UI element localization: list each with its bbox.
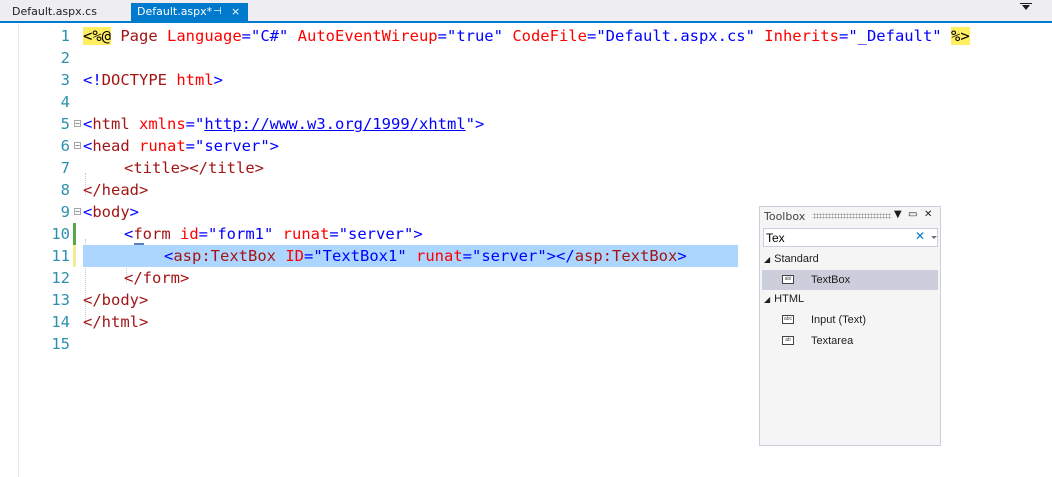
smart-tag-indicator[interactable] xyxy=(134,243,144,245)
line-number: 2 xyxy=(60,49,70,67)
code-text: <asp:TextBox ID="TextBox1" runat="server… xyxy=(164,247,687,265)
textarea-icon: ab xyxy=(782,336,794,345)
saved-change-marker xyxy=(73,223,76,245)
code-line-6: 6 − <head runat="server"> xyxy=(0,135,1052,157)
code-text: <body> xyxy=(83,203,140,221)
toolbox-search-input[interactable] xyxy=(766,230,906,245)
tab-overflow-bar xyxy=(1020,3,1032,4)
line-number: 7 xyxy=(60,159,70,177)
line-number: 11 xyxy=(51,247,70,265)
toolbox-title: Toolbox xyxy=(764,210,806,223)
code-text: <head runat="server"> xyxy=(83,137,280,155)
line-number: 14 xyxy=(51,313,70,331)
toolbox-item-input-text[interactable]: abc Input (Text) xyxy=(762,310,938,330)
clear-search-icon[interactable]: ✕ xyxy=(915,229,925,243)
tab-default-aspx-cs[interactable]: Default.aspx.cs xyxy=(6,3,103,21)
tab-label: Default.aspx* xyxy=(137,5,213,18)
collapse-icon[interactable]: − xyxy=(74,142,81,150)
xmlns-link[interactable]: http://www.w3.org/1999/xhtml xyxy=(204,115,465,133)
code-text: <form id="form1" runat="server"> xyxy=(124,225,423,243)
toolbox-item-label: TextBox xyxy=(811,274,851,286)
line-number: 8 xyxy=(60,181,70,199)
category-label: Standard xyxy=(774,253,819,265)
code-line-4: 4 xyxy=(0,91,1052,113)
close-icon[interactable]: × xyxy=(231,3,240,21)
close-icon[interactable]: ✕ xyxy=(924,209,932,220)
collapse-icon[interactable]: − xyxy=(74,208,81,216)
toolbox-title-bar[interactable]: Toolbox ▼ ▭ ✕ xyxy=(760,207,940,226)
line-number: 9 xyxy=(60,203,70,221)
code-text: <title></title> xyxy=(124,159,264,177)
toolbox-item-label: Textarea xyxy=(811,335,854,347)
line-number: 5 xyxy=(60,115,70,133)
toolbox-panel: Toolbox ▼ ▭ ✕ ✕ ◢Standard abl TextBox ◢H… xyxy=(759,206,941,446)
code-text: </form> xyxy=(124,269,190,287)
line-number: 13 xyxy=(51,291,70,309)
code-text: <!DOCTYPE html> xyxy=(83,71,224,89)
expanded-triangle-icon: ◢ xyxy=(764,295,771,304)
line-number: 6 xyxy=(60,137,70,155)
toolbox-search-box[interactable]: ✕ xyxy=(763,228,938,247)
window-position-dropdown-icon[interactable]: ▼ xyxy=(894,209,902,220)
line-number: 15 xyxy=(51,335,70,353)
code-text: <%@ Page Language="C#" AutoEventWireup="… xyxy=(83,27,970,45)
pin-icon[interactable]: ⊣ xyxy=(213,3,222,21)
toolbox-item-textarea[interactable]: ab Textarea xyxy=(762,331,938,351)
line-number: 4 xyxy=(60,93,70,111)
toolbox-category-standard[interactable]: ◢ Standard xyxy=(764,253,819,265)
code-line-1: 1 <%@ Page Language="C#" AutoEventWireup… xyxy=(0,25,1052,47)
tab-default-aspx[interactable]: Default.aspx* ⊣ × xyxy=(131,3,248,21)
unsaved-change-marker xyxy=(73,245,76,267)
line-number: 3 xyxy=(60,71,70,89)
toolbox-category-html[interactable]: ◢ HTML xyxy=(764,293,804,305)
code-text: </html> xyxy=(83,313,149,331)
line-number: 12 xyxy=(51,269,70,287)
toolbox-item-label: Input (Text) xyxy=(811,314,867,326)
collapse-icon[interactable]: − xyxy=(74,120,81,128)
document-tab-strip: Default.aspx.cs Default.aspx* ⊣ × xyxy=(0,0,1052,21)
code-text: <html xmlns="http://www.w3.org/1999/xhtm… xyxy=(83,115,485,133)
code-line-7: 7 <title></title> xyxy=(0,157,1052,179)
tab-label: Default.aspx.cs xyxy=(12,5,97,18)
textbox-icon: abl xyxy=(782,275,794,284)
expanded-triangle-icon: ◢ xyxy=(764,255,771,264)
code-line-5: 5 − <html xmlns="http://www.w3.org/1999/… xyxy=(0,113,1052,135)
code-line-8: 8 </head> xyxy=(0,179,1052,201)
code-text: </body> xyxy=(83,291,149,309)
code-text: </head> xyxy=(83,181,149,199)
input-text-icon: abc xyxy=(782,315,794,324)
drag-grip[interactable] xyxy=(813,213,891,219)
maximize-icon[interactable]: ▭ xyxy=(908,209,917,220)
code-line-2: 2 xyxy=(0,47,1052,69)
line-number: 1 xyxy=(60,27,70,45)
search-options-dropdown-icon[interactable] xyxy=(931,236,937,239)
category-label: HTML xyxy=(774,293,805,305)
toolbox-item-textbox[interactable]: abl TextBox xyxy=(762,270,938,290)
tab-overflow-dropdown-icon[interactable] xyxy=(1022,5,1030,10)
code-line-3: 3 <!DOCTYPE html> xyxy=(0,69,1052,91)
line-number: 10 xyxy=(51,225,70,243)
